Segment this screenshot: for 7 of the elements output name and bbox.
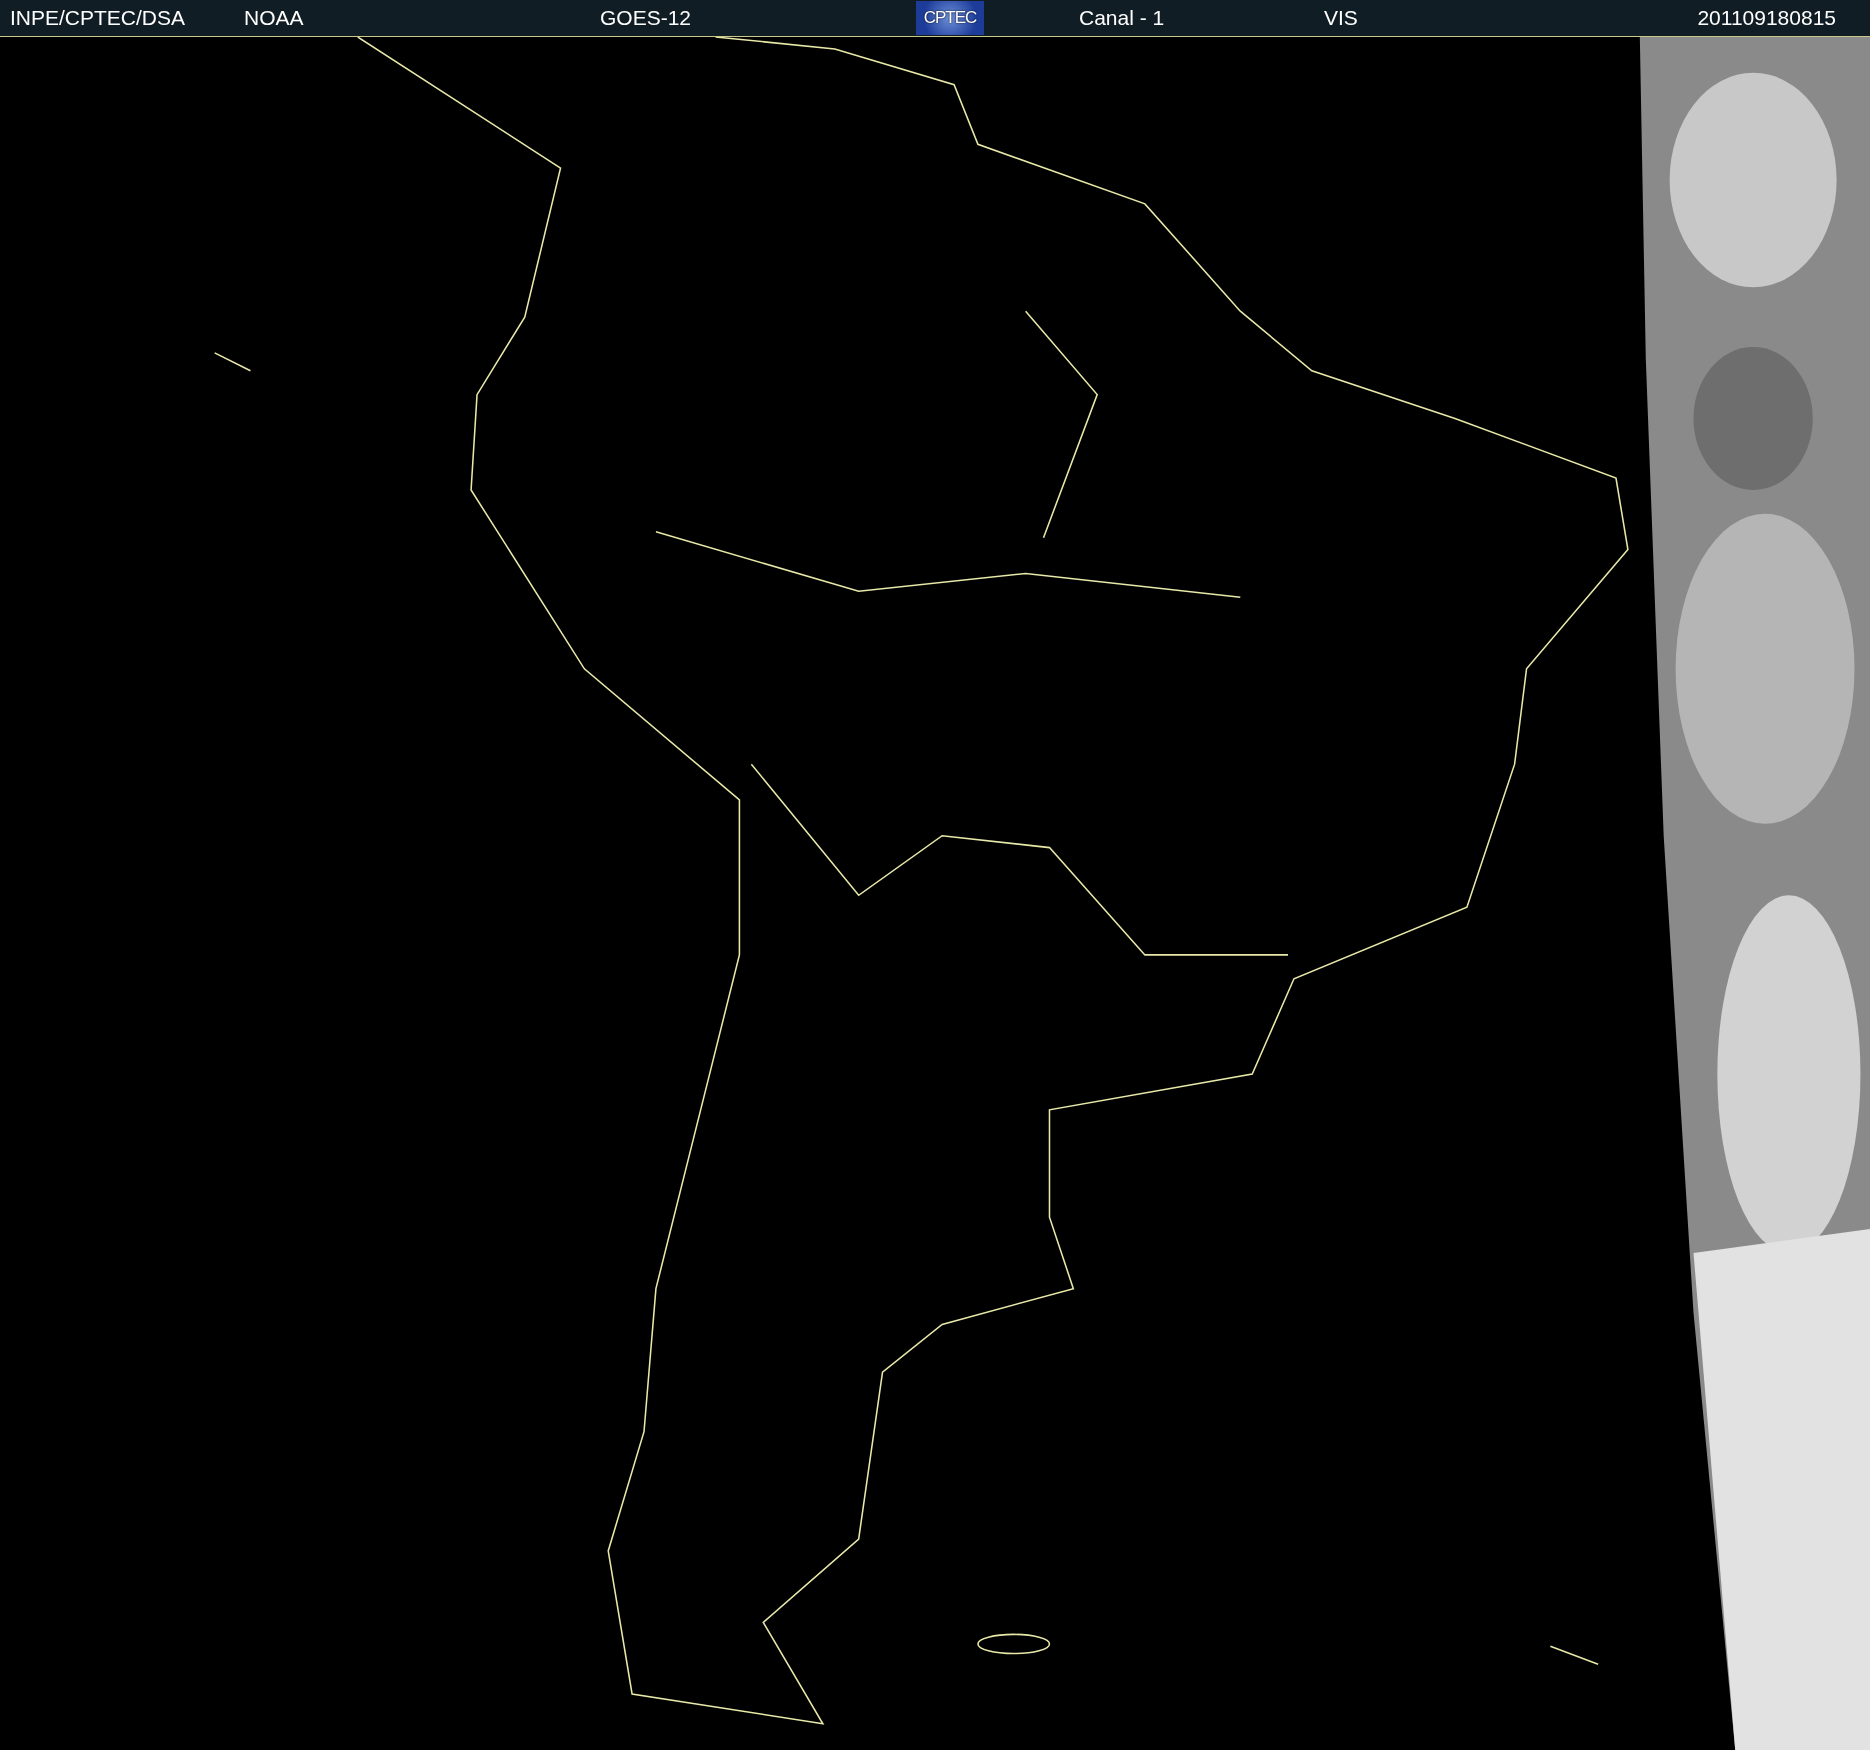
agency-label: NOAA bbox=[244, 6, 305, 30]
band-label: VIS bbox=[1324, 6, 1359, 30]
timestamp-label: 201109180815 bbox=[1697, 6, 1836, 30]
satellite-label: GOES-12 bbox=[600, 6, 693, 30]
channel-label: Canal - 1 bbox=[1079, 6, 1166, 30]
source-label: INPE/CPTEC/DSA bbox=[10, 6, 187, 30]
logo: CPTEC bbox=[916, 1, 984, 35]
